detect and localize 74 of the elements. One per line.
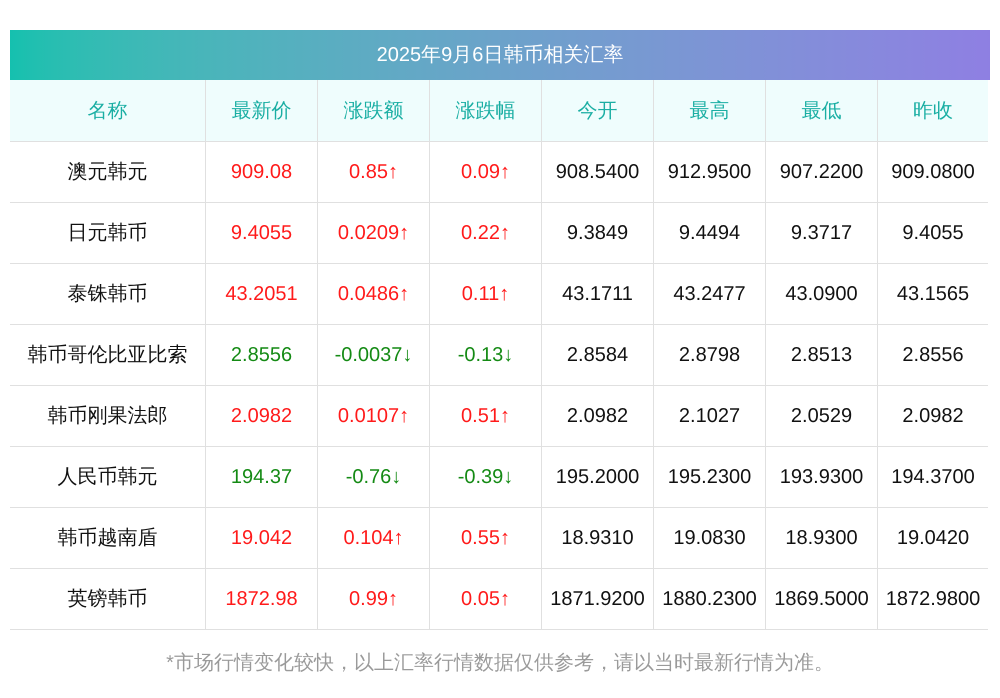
table-cell: 2.8584	[541, 325, 653, 385]
table-cell-text: 韩币刚果法郎	[46, 404, 168, 429]
table-cell: 0.55↑	[429, 508, 541, 568]
table-cell: 908.5400	[541, 142, 653, 202]
table-cell: 909.0800	[877, 142, 988, 202]
table-cell: 1869.5000	[765, 569, 877, 629]
table-cell: 19.042	[205, 508, 317, 568]
table-cell: 195.2000	[541, 447, 653, 507]
table-cell: -0.76↓	[317, 447, 429, 507]
table-cell: 2.8556	[205, 325, 317, 385]
table-cell: -0.13↓	[429, 325, 541, 385]
table-cell: 0.0486↑	[317, 264, 429, 324]
table-title: 2025年9月6日韩币相关汇率	[10, 30, 990, 80]
table-cell: 1872.9800	[877, 569, 988, 629]
table-cell: 2.0529	[765, 386, 877, 446]
table-cell: 907.2200	[765, 142, 877, 202]
table-cell: 2.0982	[205, 386, 317, 446]
table-cell-text: 英镑韩币	[66, 587, 148, 612]
table-cell: 912.9500	[653, 142, 765, 202]
column-header: 最低	[765, 80, 877, 141]
table-cell: -0.39↓	[429, 447, 541, 507]
table-cell: 1871.9200	[541, 569, 653, 629]
table-cell: 43.1565	[877, 264, 988, 324]
table-cell: 1872.98	[205, 569, 317, 629]
table-cell: 1880.2300	[653, 569, 765, 629]
table-cell: 0.05↑	[429, 569, 541, 629]
table-cell: 909.08	[205, 142, 317, 202]
table-cell: 18.9300	[765, 508, 877, 568]
table-cell-text: 韩币越南盾	[56, 526, 158, 551]
table-cell: 0.0209↑	[317, 203, 429, 263]
table-cell-text: 人民币韩元	[56, 465, 158, 490]
table-cell: 18.9310	[541, 508, 653, 568]
table-cell: 9.4055	[205, 203, 317, 263]
table-cell: 0.104↑	[317, 508, 429, 568]
table-cell: 195.2300	[653, 447, 765, 507]
table-cell: 43.2477	[653, 264, 765, 324]
column-header: 最高	[653, 80, 765, 141]
column-header: 涨跌幅	[429, 80, 541, 141]
column-header: 涨跌额	[317, 80, 429, 141]
table-cell: 2.8798	[653, 325, 765, 385]
table-cell-text: 澳元韩元	[66, 160, 148, 185]
table-cell: 194.3700	[877, 447, 988, 507]
table-cell: 194.37	[205, 447, 317, 507]
footnote: *市场行情变化较快，以上汇率行情数据仅供参考，请以当时最新行情为准。	[165, 651, 835, 676]
table-cell: 19.0420	[877, 508, 988, 568]
table-cell: 0.11↑	[429, 264, 541, 324]
table-cell: 0.51↑	[429, 386, 541, 446]
table-cell: 0.22↑	[429, 203, 541, 263]
table-cell: 2.0982	[877, 386, 988, 446]
table-cell: 193.9300	[765, 447, 877, 507]
table-cell: 43.2051	[205, 264, 317, 324]
table-cell-text: 日元韩币	[66, 221, 148, 246]
table-cell: 9.3717	[765, 203, 877, 263]
table-cell: 19.0830	[653, 508, 765, 568]
table-cell-text: 韩币哥伦比亚比索	[26, 343, 188, 368]
table-cell: 0.0107↑	[317, 386, 429, 446]
column-header: 名称	[86, 98, 128, 124]
table-cell: 0.09↑	[429, 142, 541, 202]
table-cell: -0.0037↓	[317, 325, 429, 385]
table-cell: 2.8513	[765, 325, 877, 385]
table-cell: 9.4494	[653, 203, 765, 263]
table-cell: 43.0900	[765, 264, 877, 324]
column-header: 今开	[541, 80, 653, 141]
column-header: 最新价	[205, 80, 317, 141]
table-cell: 0.85↑	[317, 142, 429, 202]
table-cell-text: 泰铢韩币	[66, 282, 148, 307]
table-cell: 0.99↑	[317, 569, 429, 629]
table-cell: 9.4055	[877, 203, 988, 263]
table-cell: 2.8556	[877, 325, 988, 385]
table-cell: 43.1711	[541, 264, 653, 324]
table-cell: 2.0982	[541, 386, 653, 446]
table-cell: 2.1027	[653, 386, 765, 446]
column-header: 昨收	[877, 80, 988, 141]
table-cell: 9.3849	[541, 203, 653, 263]
